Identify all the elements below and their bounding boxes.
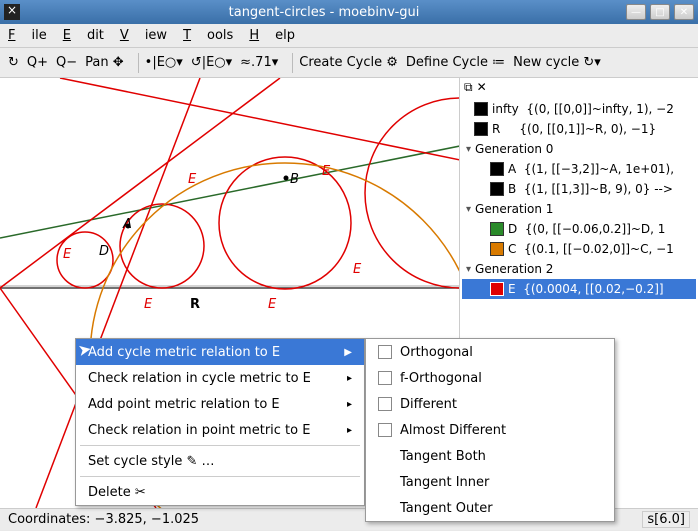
context-submenu: Orthogonal f-Orthogonal Different Almost… — [365, 338, 615, 522]
svg-text:E: E — [63, 247, 72, 262]
ctx-delete[interactable]: Delete ✂ — [76, 479, 364, 505]
tool-refresh[interactable]: ↻ — [8, 55, 19, 70]
checkbox-icon — [378, 345, 392, 359]
svg-text:E: E — [188, 172, 197, 187]
tree-gen1[interactable]: Generation 1 — [462, 199, 696, 219]
menubar: File Edit View Tools Help — [0, 24, 698, 48]
menu-tools[interactable]: Tools — [183, 28, 233, 43]
sub-orthogonal[interactable]: Orthogonal — [366, 339, 614, 365]
svg-text:E: E — [144, 297, 153, 312]
separator — [292, 53, 293, 73]
define-cycle-button[interactable]: Define Cycle ≔ — [406, 55, 505, 70]
close-button[interactable]: ✕ — [674, 4, 694, 20]
checkbox-icon — [378, 423, 392, 437]
menu-separator — [80, 476, 360, 477]
window-title: tangent-circles - moebinv-gui — [26, 5, 622, 20]
ctx-add-point-relation[interactable]: Add point metric relation to E▸ — [76, 391, 364, 417]
tool-pan[interactable]: Pan ✥ — [85, 55, 124, 70]
menu-edit[interactable]: Edit — [63, 28, 104, 43]
tree-gen0[interactable]: Generation 0 — [462, 139, 696, 159]
svg-text:E: E — [353, 262, 362, 277]
tree-gen2[interactable]: Generation 2 — [462, 259, 696, 279]
tree-node-C[interactable]: C {(0.1, [[−0.02,0]]~C, −1 — [462, 239, 696, 259]
dock-icon[interactable]: ⧉ — [464, 80, 473, 95]
sub-tangent-both[interactable]: Tangent Both — [366, 443, 614, 469]
tree-node-B[interactable]: B {(1, [[1,3]]~B, 9), 0} --> — [462, 179, 696, 199]
context-menu: Add cycle metric relation to E▶ Check re… — [75, 338, 365, 506]
menu-file[interactable]: File — [8, 28, 47, 43]
minimize-button[interactable]: — — [626, 4, 646, 20]
svg-text:E: E — [322, 164, 331, 179]
tree-node-infty[interactable]: infty {(0, [[0,0]]~infty, 1), −2 — [462, 99, 696, 119]
chevron-right-icon: ▸ — [347, 425, 352, 436]
tree-node-D[interactable]: D {(0, [[−0.06,0.2]]~D, 1 — [462, 219, 696, 239]
tool-coord[interactable]: •|E○▾ — [145, 55, 183, 70]
checkbox-icon — [378, 397, 392, 411]
svg-text:D: D — [99, 244, 109, 259]
status-coordinates: Coordinates: −3.825, −1.025 — [8, 512, 199, 527]
chevron-right-icon: ▸ — [347, 399, 352, 410]
ctx-check-point-relation[interactable]: Check relation in point metric to E▸ — [76, 417, 364, 443]
svg-text:R: R — [190, 297, 200, 312]
create-cycle-button[interactable]: Create Cycle ⚙ — [299, 55, 398, 70]
tree-node-E[interactable]: E {(0.0004, [[0.02,−0.2]] — [462, 279, 696, 299]
tool-approx[interactable]: ≈.71▾ — [240, 55, 278, 70]
menu-help[interactable]: Help — [249, 28, 295, 43]
side-panel-toolbar: ⧉ ✕ — [460, 78, 698, 97]
titlebar: tangent-circles - moebinv-gui — □ ✕ — [0, 0, 698, 24]
cycle-tree[interactable]: infty {(0, [[0,0]]~infty, 1), −2 R {(0, … — [460, 97, 698, 301]
new-cycle-button[interactable]: New cycle ↻▾ — [513, 55, 601, 70]
ctx-add-cycle-relation[interactable]: Add cycle metric relation to E▶ — [76, 339, 364, 365]
menu-view[interactable]: View — [120, 28, 167, 43]
maximize-button[interactable]: □ — [650, 4, 670, 20]
sub-almost-different[interactable]: Almost Different — [366, 417, 614, 443]
menu-separator — [80, 445, 360, 446]
tree-node-R[interactable]: R {(0, [[0,1]]~R, 0), −1} — [462, 119, 696, 139]
tool-rot[interactable]: ↺|E○▾ — [191, 55, 232, 70]
ctx-set-cycle-style[interactable]: Set cycle style ✎ … — [76, 448, 364, 474]
toolbar: ↻ Q+ Q− Pan ✥ •|E○▾ ↺|E○▾ ≈.71▾ Create C… — [0, 48, 698, 78]
sub-tangent-outer[interactable]: Tangent Outer — [366, 495, 614, 521]
tool-zoom-out[interactable]: Q− — [56, 55, 77, 70]
checkbox-icon — [378, 371, 392, 385]
sub-different[interactable]: Different — [366, 391, 614, 417]
ctx-check-cycle-relation[interactable]: Check relation in cycle metric to E▸ — [76, 365, 364, 391]
svg-text:B: B — [290, 172, 299, 187]
chevron-right-icon: ▸ — [347, 373, 352, 384]
sub-tangent-inner[interactable]: Tangent Inner — [366, 469, 614, 495]
status-extra: s[6.0] — [642, 511, 690, 528]
close-panel-icon[interactable]: ✕ — [477, 80, 487, 95]
chevron-right-icon: ▶ — [344, 347, 352, 358]
sub-f-orthogonal[interactable]: f-Orthogonal — [366, 365, 614, 391]
svg-text:E: E — [268, 297, 277, 312]
tool-zoom-in[interactable]: Q+ — [27, 55, 48, 70]
separator — [138, 53, 139, 73]
tree-node-A[interactable]: A {(1, [[−3,2]]~A, 1e+01), — [462, 159, 696, 179]
app-icon — [4, 4, 20, 20]
